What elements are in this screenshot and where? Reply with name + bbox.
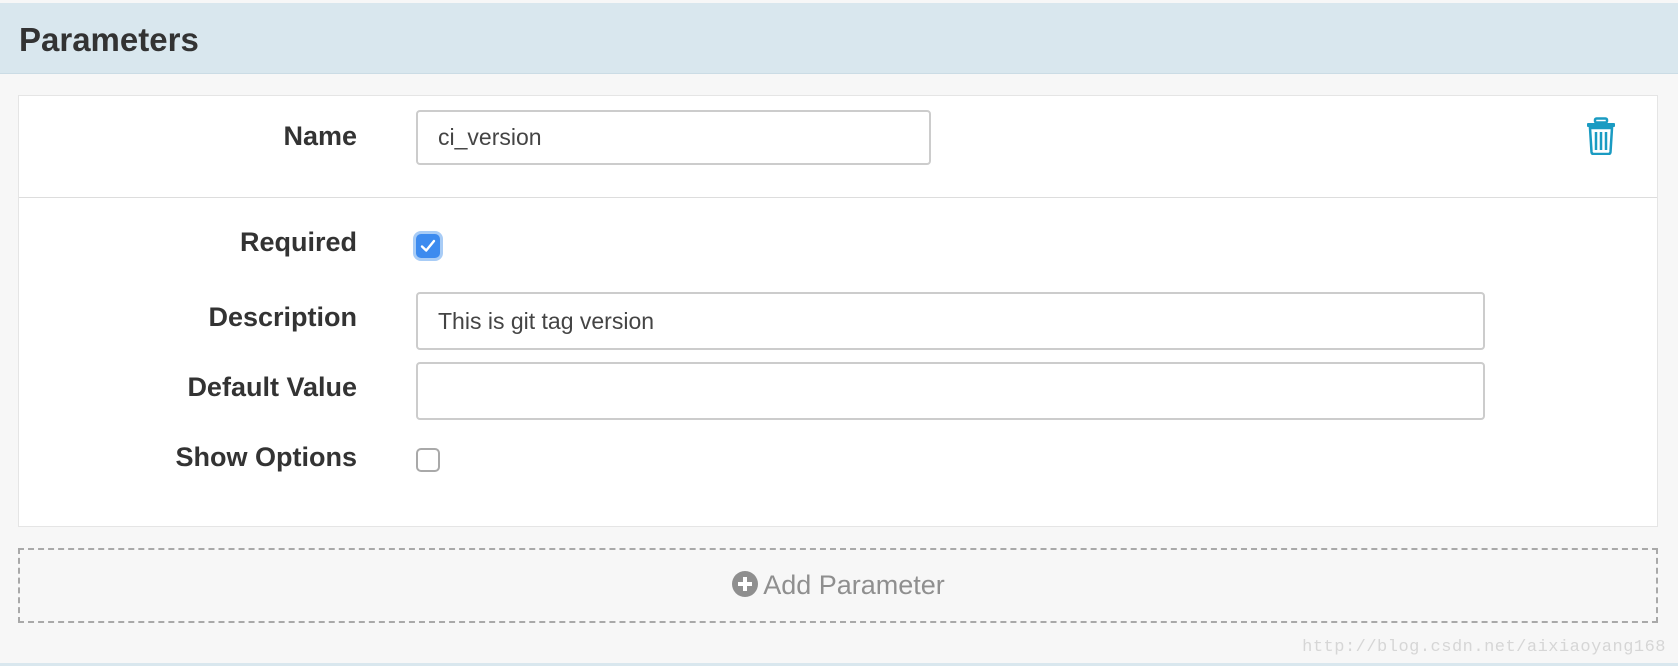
name-label: Name xyxy=(283,121,357,151)
watermark: http://blog.csdn.net/aixiaoyang168 xyxy=(1302,638,1666,657)
name-divider xyxy=(19,197,1657,198)
add-parameter-label: Add Parameter xyxy=(763,570,945,600)
checkmark-icon xyxy=(420,239,436,252)
show-options-checkbox[interactable] xyxy=(416,448,440,472)
trash-icon xyxy=(1587,117,1615,156)
name-input[interactable] xyxy=(416,110,931,165)
required-checkbox[interactable] xyxy=(416,234,440,258)
plus-circle-icon xyxy=(732,570,759,597)
parameter-card: Name Required Description Default Value … xyxy=(18,95,1658,527)
description-label: Description xyxy=(208,302,357,332)
default-value-label: Default Value xyxy=(187,372,357,402)
panel-header: Parameters xyxy=(0,3,1678,74)
description-input[interactable] xyxy=(416,292,1485,350)
show-options-label: Show Options xyxy=(175,442,358,472)
required-label: Required xyxy=(239,227,357,257)
default-value-input[interactable] xyxy=(416,362,1485,420)
add-parameter-button[interactable]: Add Parameter xyxy=(18,548,1658,623)
panel-title: Parameters xyxy=(19,21,199,58)
delete-parameter-button[interactable] xyxy=(1584,117,1618,156)
